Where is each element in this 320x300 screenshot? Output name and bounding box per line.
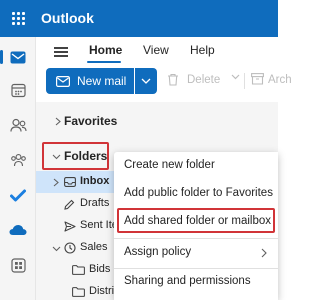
todo-icon[interactable] [4,181,32,209]
delete-chevron-icon[interactable] [231,74,240,80]
top-bar: Outlook [0,0,278,37]
menu-toggle-icon[interactable] [54,47,68,57]
archive-button[interactable]: Arch [268,74,292,86]
inbox-icon [64,177,76,187]
pencil-icon [64,199,75,210]
chevron-right-icon [53,178,59,187]
menu-divider [114,238,278,239]
menu-item-add-public-folder[interactable]: Add public folder to Favorites [114,181,278,207]
folder-label-inbox: Inbox [80,175,110,187]
shared-folder-highlight-box [117,208,275,233]
apps-icon[interactable] [4,251,32,279]
new-mail-button[interactable]: New mail [46,68,134,94]
menu-label-add-public-folder: Add public folder to Favorites [124,187,273,199]
onedrive-icon[interactable] [4,216,32,244]
chevron-down-icon [141,78,151,84]
mail-icon[interactable] [0,43,32,71]
new-mail-label: New mail [77,74,127,88]
clock-icon [64,242,76,254]
delete-button[interactable]: Delete [187,74,220,86]
folder-icon [72,265,85,275]
trash-icon [168,73,178,86]
folder-label-sales: Sales [80,241,108,253]
favorites-header[interactable]: Favorites [36,110,278,132]
people-icon[interactable] [4,111,32,139]
app-launcher-icon[interactable] [12,12,25,25]
chevron-right-icon [261,248,267,258]
new-mail-dropdown[interactable] [135,68,157,94]
chevron-right-icon [55,117,61,126]
menu-item-assign-policy[interactable]: Assign policy [114,240,278,266]
chevron-down-icon [52,246,61,252]
menu-label-sharing-permissions: Sharing and permissions [124,275,251,287]
menu-item-create-folder[interactable]: Create new folder [114,153,278,179]
groups-icon[interactable] [4,146,32,174]
tab-view[interactable]: View [143,43,169,57]
folders-highlight-box [42,142,109,170]
tab-home-indicator [87,61,121,63]
calendar-icon[interactable] [4,76,32,104]
folder-item-inbox[interactable]: Inbox [36,171,116,193]
folder-icon [72,287,85,297]
favorites-label: Favorites [64,114,118,128]
envelope-icon [56,76,70,87]
menu-label-assign-policy: Assign policy [124,246,192,258]
menu-label-create-folder: Create new folder [124,159,215,171]
app-title: Outlook [41,10,94,26]
send-icon [64,221,76,232]
folder-label-drafts: Drafts [80,197,110,209]
menu-item-sharing-permissions[interactable]: Sharing and permissions [114,269,278,295]
archive-icon [251,73,264,85]
app-rail [0,37,36,300]
ribbon: Home View Help New mail Delete Arch [36,37,292,102]
tab-help[interactable]: Help [190,43,215,57]
tab-home[interactable]: Home [89,43,122,57]
ribbon-divider [244,73,245,89]
